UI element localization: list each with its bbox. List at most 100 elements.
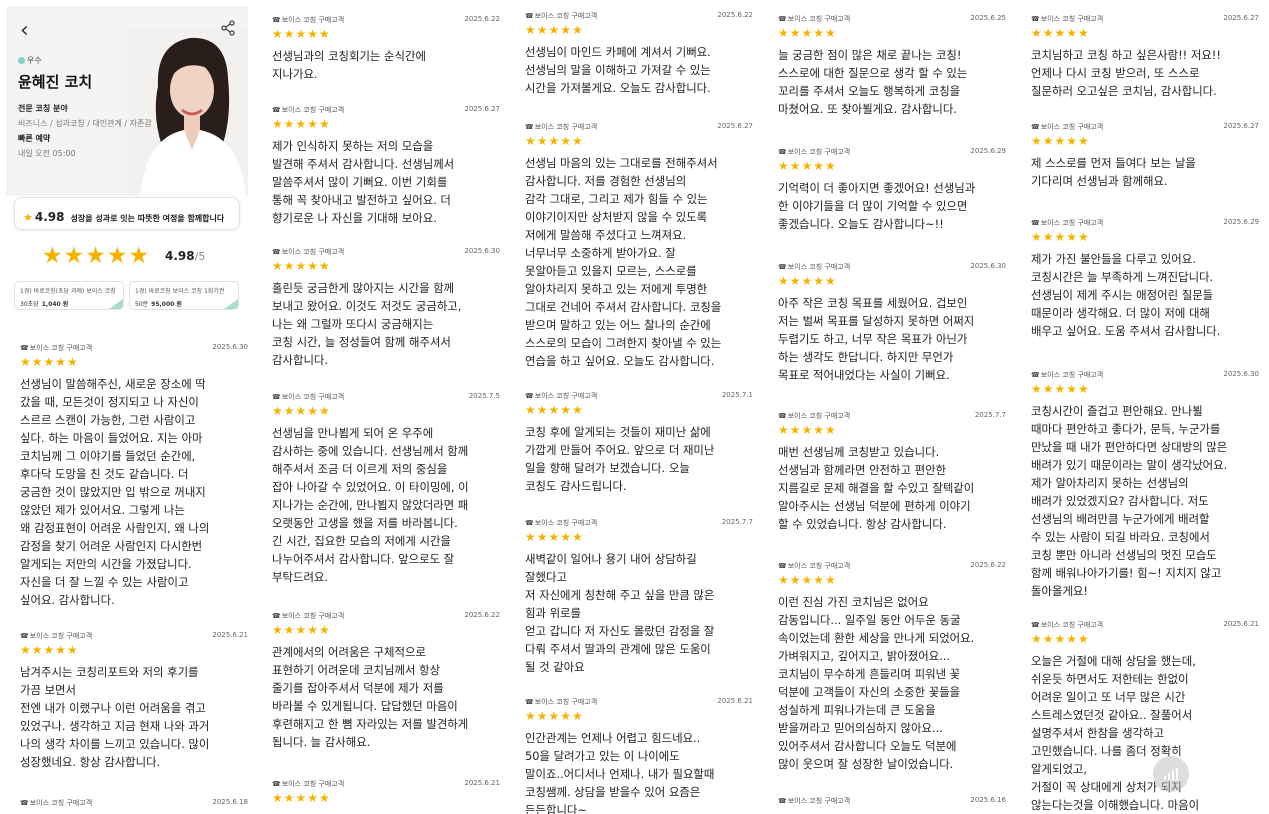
product-title: 1경) 바로코칭(초당 과제) 보이스 코칭 [20, 288, 116, 295]
review-item: ☎보이스 코칭 구매고객 2025.6.21 ★★★★★ 인간관계는 언제나 어렵… [525, 697, 757, 814]
review-item: ☎보이스 코칭 구매고객 2025.7.7 ★★★★★ 새벽같이 일어나 용기 내… [525, 518, 757, 676]
review-text: 제가 가진 불안들을 다루고 있어요. 코칭시간은 늘 부족하게 느껴진답니다.… [1031, 252, 1221, 338]
bar-chart-icon [1164, 768, 1178, 780]
review-author: 보이스 코칭 구매고객 [1040, 621, 1104, 629]
review-date: 2025.6.22 [464, 611, 500, 619]
floating-action-button[interactable] [1153, 756, 1189, 792]
back-button[interactable]: ‹ [20, 20, 29, 42]
review-item: ☎보이스 코칭 구매고객 2025.7.5 ★★★★★ 선생님을 만나뵙게 되어 … [272, 392, 504, 586]
review-date: 2025.6.21 [717, 697, 753, 705]
grade-badge: 우수 [18, 55, 42, 66]
phone-icon: ☎ [778, 412, 787, 420]
review-author: 보이스 코칭 구매고객 [787, 148, 851, 156]
slogan-rating: 4.98 [34, 210, 65, 224]
review-text: 코치님하고 코칭 하고 싶은사람!! 저요!! 언제나 다시 코칭 받으러, 또… [1031, 48, 1221, 98]
overall-rating-score: 4.98/5 [165, 249, 205, 263]
review-item: ☎보이스 코칭 구매고객 2025.6.22 ★★★★★ 선생님이 마인드 카페에… [525, 11, 757, 97]
review-stars: ★★★★★ [778, 573, 837, 587]
review-date: 2025.7.7 [721, 518, 753, 526]
review-text: 기억력이 더 좋아지면 좋겠어요! 선생님과 한 이야기들을 더 많이 기억할 … [778, 181, 976, 231]
review-text: 선생님을 만나뵙게 되어 온 우주에 감사하는 중에 있습니다. 선생님께서 함… [272, 426, 469, 584]
review-stars: ★★★★★ [525, 709, 584, 723]
review-item: ☎보이스 코칭 구매고객 2025.6.27 ★★★★★ 코치님하고 코칭 하고 … [1031, 14, 1263, 100]
review-author: 보이스 코칭 구매고객 [281, 106, 345, 114]
share-icon[interactable] [220, 20, 236, 36]
review-date: 2025.6.22 [464, 15, 500, 23]
phone-icon: ☎ [778, 263, 787, 271]
review-text: 인간관계는 언제나 어렵고 힘드네요.. 50을 달려가고 있는 이 나이에도 … [525, 731, 715, 814]
phone-icon: ☎ [525, 12, 534, 20]
review-date: 2025.6.16 [970, 796, 1006, 804]
review-text: 매번 선생님께 코칭받고 있습니다. 선생님과 함께라면 안전하고 편안한 지름… [778, 445, 975, 531]
review-author: 보이스 코칭 구매고객 [29, 799, 93, 807]
phone-icon: ☎ [272, 16, 281, 24]
review-stars: ★★★★★ [272, 259, 331, 273]
review-item: ☎보이스 코칭 구매고객 2025.6.22 ★★★★★ 이런 진심 가진 코치님… [778, 561, 1010, 773]
phone-icon: ☎ [272, 393, 281, 401]
phone-icon: ☎ [1031, 123, 1040, 131]
phone-icon: ☎ [525, 392, 534, 400]
product-card-1[interactable]: 1경) 바로코칭(초당 과제) 보이스 코칭 30초당 1,040 원 [14, 281, 124, 310]
review-item: ☎보이스 코칭 구매고객 2025.6.29 ★★★★★ 기억력이 더 좋아지면 … [778, 147, 1010, 233]
review-item: ☎보이스 코칭 구매고객 2025.6.27 ★★★★★ 제 스스로를 먼저 들여… [1031, 122, 1263, 190]
review-item: ☎보이스 코칭 구매고객 2025.6.21 ★★★★★ 남겨주시는 코칭리포트와… [20, 631, 252, 771]
review-stars: ★★★★★ [272, 791, 331, 805]
product-price: 95,000 원 [151, 301, 182, 308]
phone-icon: ☎ [272, 248, 281, 256]
phone-icon: ☎ [778, 797, 787, 805]
review-author: 보이스 코칭 구매고객 [281, 248, 345, 256]
review-text: 아주 작은 코칭 목표를 세웠어요. 겁보인 저는 벌써 목표를 달성하지 못하… [778, 296, 975, 382]
phone-icon: ☎ [778, 15, 787, 23]
review-stars: ★★★★★ [1031, 382, 1090, 396]
review-column-5: ☎보이스 코칭 구매고객 2025.6.27 ★★★★★ 코치님하고 코칭 하고 … [1031, 0, 1267, 814]
product-card-2[interactable]: 1경) 바로코칭 보이스 코칭 1회기권 50분 95,000 원 [129, 281, 239, 310]
review-date: 2025.6.18 [212, 798, 248, 806]
review-stars: ★★★★★ [525, 403, 584, 417]
phone-icon: ☎ [525, 123, 534, 131]
star-icon: ★ [23, 211, 33, 224]
review-item: ☎보이스 코칭 구매고객 2025.6.29 ★★★★★ 제가 가진 불안들을 다… [1031, 218, 1263, 340]
review-date: 2025.6.27 [717, 122, 753, 130]
coach-name: 윤혜진 코치 [18, 73, 93, 91]
review-item: ☎보이스 코칭 구매고객 2025.6.21 ★★★★★ 오늘은 거절에 대해 상… [1031, 620, 1263, 814]
review-author: 보이스 코칭 구매고객 [534, 519, 598, 527]
review-item: ☎보이스 코칭 구매고객 2025.6.21 ★★★★★ [272, 779, 504, 807]
review-stars: ★★★★★ [778, 274, 837, 288]
review-text: 이런 진심 가진 코치님은 없어요 감동입니다... 일주일 동안 어두운 동굴… [778, 595, 975, 771]
phone-icon: ☎ [1031, 621, 1040, 629]
review-item: ☎보이스 코칭 구매고객 2025.6.30 ★★★★★ 선생님이 말씀해주신, … [20, 343, 252, 609]
review-text: 선생님이 마인드 카페에 계셔서 기뻐요. 선생님의 말을 이해하고 가져갈 수… [525, 45, 711, 95]
review-stars: ★★★★★ [778, 159, 837, 173]
review-author: 보이스 코칭 구매고객 [534, 123, 598, 131]
review-text: 제가 인식하지 못하는 저의 모습을 발견해 주셔서 감사합니다. 선생님께서 … [272, 139, 455, 225]
review-date: 2025.6.30 [464, 247, 500, 255]
rating-score: 4.98 [165, 249, 195, 263]
phone-icon: ☎ [1031, 219, 1040, 227]
review-date: 2025.6.22 [717, 11, 753, 19]
review-column-2: ☎보이스 코칭 구매고객 2025.6.22 ★★★★★ 선생님과의 코칭회기는 … [272, 0, 508, 814]
review-text: 남겨주시는 코칭리포트와 저의 후기를 가끔 보면서 전엔 내가 이랬구나 이런… [20, 665, 210, 769]
review-item: ☎보이스 코칭 구매고객 2025.6.16 [778, 796, 1010, 808]
review-date: 2025.7.5 [468, 392, 500, 400]
coach-portrait [128, 26, 248, 196]
review-date: 2025.7.7 [974, 411, 1006, 419]
review-date: 2025.6.21 [464, 779, 500, 787]
review-author: 보이스 코칭 구매고객 [787, 412, 851, 420]
review-author: 보이스 코칭 구매고객 [787, 562, 851, 570]
review-author: 보이스 코칭 구매고객 [787, 15, 851, 23]
review-date: 2025.6.21 [1223, 620, 1259, 628]
review-stars: ★★★★★ [20, 643, 79, 657]
review-stars: ★★★★★ [1031, 230, 1090, 244]
review-date: 2025.7.1 [721, 391, 753, 399]
badge-icon [18, 57, 25, 64]
rating-slogan-box: ★ 4.98 성장을 성과로 잇는 따뜻한 여정을 함께합니다 [14, 197, 240, 230]
product-price: 1,040 원 [41, 301, 69, 308]
review-item: ☎보이스 코칭 구매고객 2025.6.27 ★★★★★ 선생님 마음의 있는 그… [525, 122, 757, 370]
coach-profile-card: ‹ 우수 윤혜진 코치 전문 코칭 분야 비즈니스 / 성과코칭 / 대인관계 … [6, 6, 248, 196]
review-author: 보이스 코칭 구매고객 [1040, 371, 1104, 379]
review-stars: ★★★★★ [1031, 632, 1090, 646]
rating-max: /5 [194, 250, 206, 263]
phone-icon: ☎ [1031, 371, 1040, 379]
review-author: 보이스 코칭 구매고객 [281, 612, 345, 620]
review-date: 2025.6.30 [970, 262, 1006, 270]
